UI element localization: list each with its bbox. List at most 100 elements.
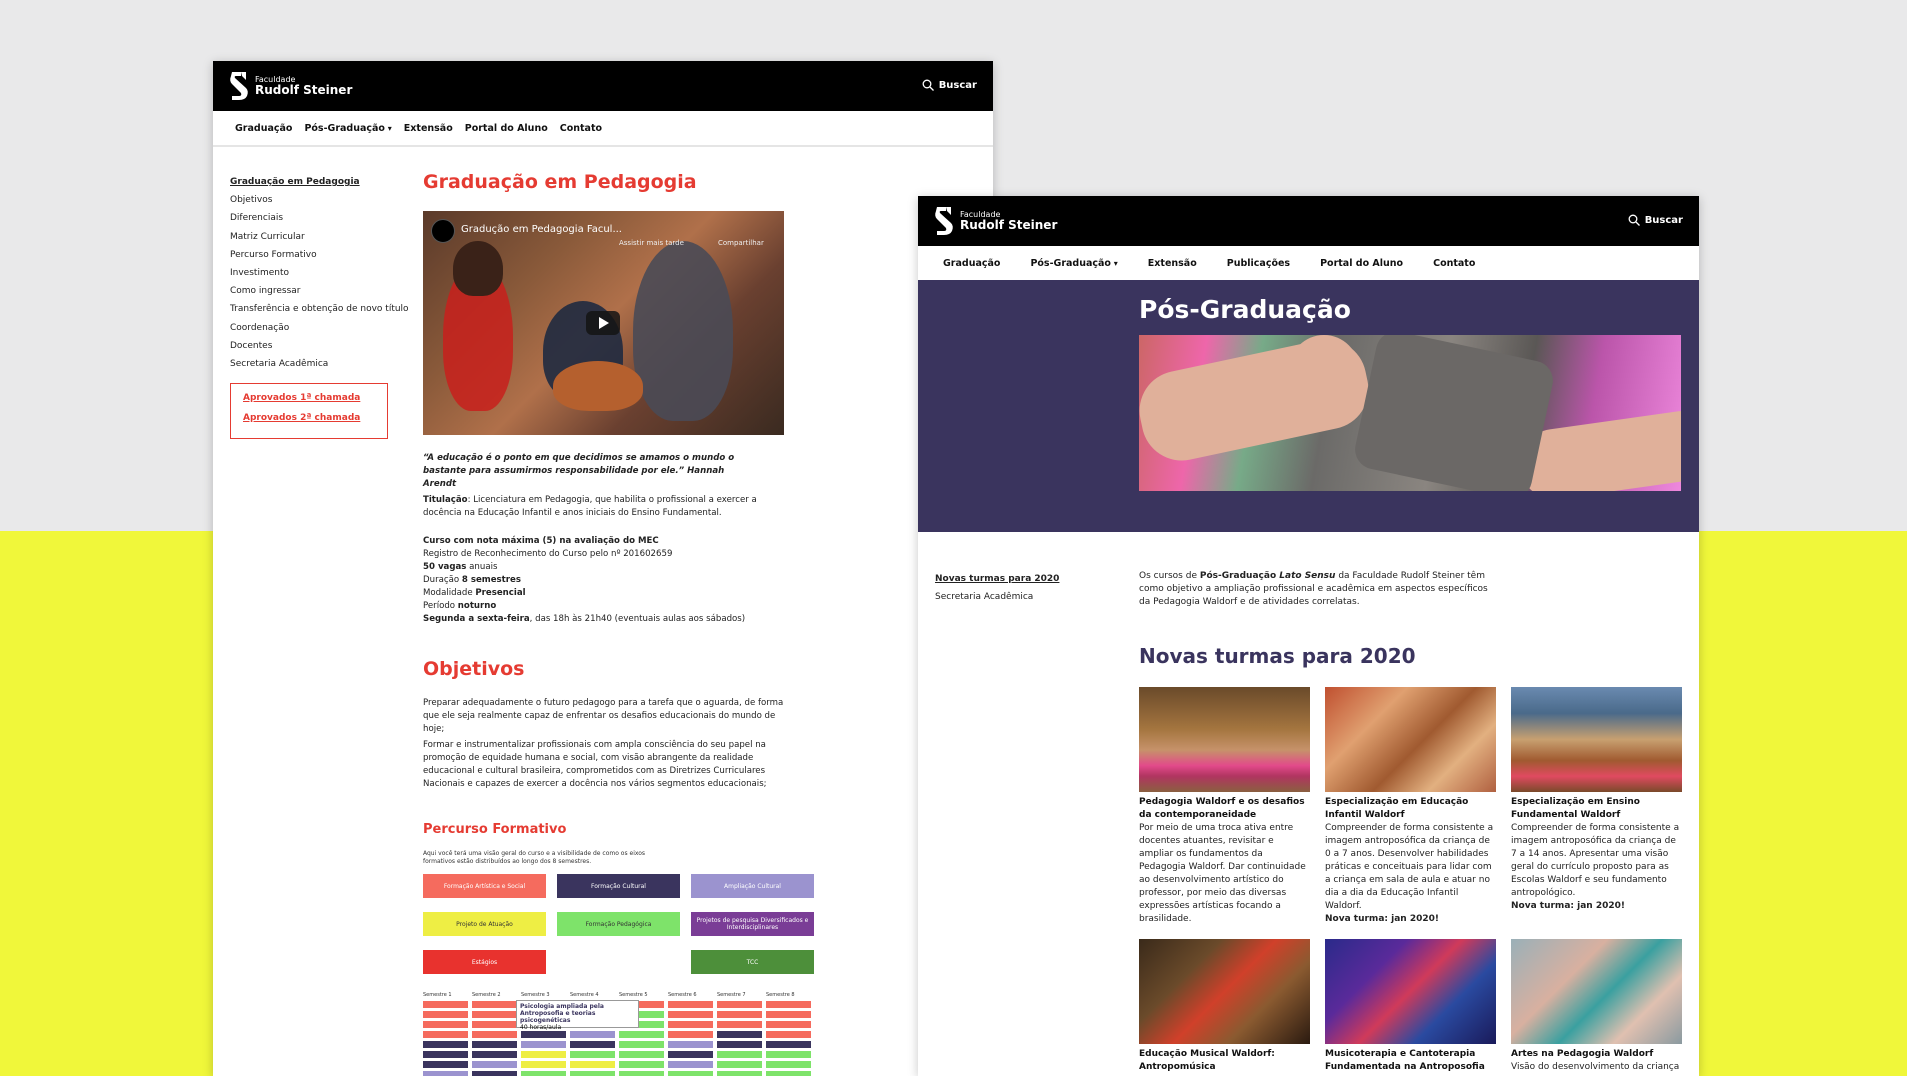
video-player[interactable]: Gradução em Pedagogia Facul... Assistir … — [423, 211, 784, 435]
grid-cell[interactable] — [570, 1051, 615, 1058]
grid-cell[interactable] — [717, 1001, 762, 1008]
grid-cell[interactable] — [570, 1071, 615, 1076]
grid-cell[interactable] — [717, 1061, 762, 1068]
legend-pedagogica[interactable]: Formação Pedagógica — [557, 912, 680, 936]
side-item-investimento[interactable]: Investimento — [230, 264, 409, 282]
grid-cell[interactable] — [717, 1031, 762, 1038]
play-button[interactable] — [586, 311, 620, 335]
grid-cell[interactable] — [668, 1031, 713, 1038]
grid-cell[interactable] — [472, 1041, 517, 1048]
course-card[interactable]: Especialização em Ensino Fundamental Wal… — [1511, 687, 1682, 913]
grid-cell[interactable] — [668, 1061, 713, 1068]
legend-pesquisa[interactable]: Projetos de pesquisa Diversificados e In… — [691, 912, 814, 936]
course-card[interactable]: Musicoterapia e Cantoterapia Fundamentad… — [1325, 939, 1496, 1074]
course-card[interactable]: Especialização em Educação Infantil Wald… — [1325, 687, 1496, 926]
share-label[interactable]: Compartilhar — [718, 239, 764, 247]
grid-cell[interactable] — [423, 1041, 468, 1048]
grid-cell[interactable] — [521, 1031, 566, 1038]
grid-cell[interactable] — [619, 1041, 664, 1048]
side-item-docentes[interactable]: Docentes — [230, 337, 409, 355]
grid-cell[interactable] — [521, 1071, 566, 1076]
site-logo[interactable]: Faculdade Rudolf Steiner — [934, 205, 1057, 237]
course-card[interactable]: Educação Musical Waldorf: Antropomúsica — [1139, 939, 1310, 1074]
grid-cell[interactable] — [521, 1041, 566, 1048]
nav-extensao[interactable]: Extensão — [404, 123, 453, 134]
grid-cell[interactable] — [423, 1011, 468, 1018]
channel-avatar[interactable] — [431, 219, 455, 243]
grid-cell[interactable] — [472, 1031, 517, 1038]
approved-first-link[interactable]: Aprovados 1ª chamada — [231, 393, 387, 403]
search-button[interactable]: Buscar — [922, 79, 977, 91]
grid-cell[interactable] — [619, 1031, 664, 1038]
grid-cell[interactable] — [619, 1051, 664, 1058]
grid-cell[interactable] — [668, 1041, 713, 1048]
grid-cell[interactable] — [668, 1011, 713, 1018]
watch-later-label[interactable]: Assistir mais tarde — [619, 239, 684, 247]
side-item-novas-turmas[interactable]: Novas turmas para 2020 — [935, 570, 1059, 588]
grid-cell[interactable] — [717, 1011, 762, 1018]
grid-cell[interactable] — [472, 1011, 517, 1018]
side-item-matriz[interactable]: Matriz Curricular — [230, 228, 409, 246]
nav-contato[interactable]: Contato — [560, 123, 602, 134]
grid-cell[interactable] — [423, 1021, 468, 1028]
side-item-percurso[interactable]: Percurso Formativo — [230, 246, 409, 264]
grid-cell[interactable] — [423, 1061, 468, 1068]
grid-cell[interactable] — [717, 1021, 762, 1028]
grid-cell[interactable] — [668, 1071, 713, 1076]
grid-cell[interactable] — [766, 1011, 811, 1018]
legend-estagios[interactable]: Estágios — [423, 950, 546, 974]
legend-ampliacao[interactable]: Ampliação Cultural — [691, 874, 814, 898]
grid-cell[interactable] — [521, 1051, 566, 1058]
nav-graduacao[interactable]: Graduação — [943, 258, 1000, 269]
nav-portal-aluno[interactable]: Portal do Aluno — [1320, 258, 1403, 269]
nav-portal-aluno[interactable]: Portal do Aluno — [465, 123, 548, 134]
side-item-secretaria[interactable]: Secretaria Acadêmica — [230, 355, 409, 373]
nav-contato[interactable]: Contato — [1433, 258, 1475, 269]
grid-cell[interactable] — [472, 1061, 517, 1068]
grid-cell[interactable] — [472, 1021, 517, 1028]
side-item-objetivos[interactable]: Objetivos — [230, 191, 409, 209]
side-item-secretaria[interactable]: Secretaria Acadêmica — [935, 588, 1059, 606]
grid-cell[interactable] — [668, 1001, 713, 1008]
grid-cell[interactable] — [472, 1051, 517, 1058]
grid-cell[interactable] — [766, 1031, 811, 1038]
legend-cultural[interactable]: Formação Cultural — [557, 874, 680, 898]
side-item-graduacao[interactable]: Graduação em Pedagogia — [230, 173, 409, 191]
nav-pos-graduacao[interactable]: Pós-Graduação — [1030, 258, 1117, 269]
nav-publicacoes[interactable]: Publicações — [1227, 258, 1290, 269]
nav-pos-graduacao[interactable]: Pós-Graduação — [304, 123, 391, 134]
nav-graduacao[interactable]: Graduação — [235, 123, 292, 134]
course-card[interactable]: Pedagogia Waldorf e os desafios da conte… — [1139, 687, 1310, 926]
grid-cell[interactable] — [570, 1061, 615, 1068]
grid-cell[interactable] — [423, 1031, 468, 1038]
grid-cell[interactable] — [619, 1071, 664, 1076]
grid-cell[interactable] — [766, 1051, 811, 1058]
grid-cell[interactable] — [668, 1051, 713, 1058]
grid-cell[interactable] — [521, 1061, 566, 1068]
grid-cell[interactable] — [423, 1051, 468, 1058]
grid-cell[interactable] — [423, 1071, 468, 1076]
grid-cell[interactable] — [668, 1021, 713, 1028]
grid-cell[interactable] — [766, 1071, 811, 1076]
grid-cell[interactable] — [717, 1051, 762, 1058]
grid-cell[interactable] — [766, 1061, 811, 1068]
grid-cell[interactable] — [717, 1071, 762, 1076]
side-item-coordenacao[interactable]: Coordenação — [230, 319, 409, 337]
grid-cell[interactable] — [570, 1041, 615, 1048]
nav-extensao[interactable]: Extensão — [1148, 258, 1197, 269]
grid-cell[interactable] — [717, 1041, 762, 1048]
course-card[interactable]: Artes na Pedagogia Waldorf Visão do dese… — [1511, 939, 1682, 1076]
grid-cell[interactable] — [619, 1061, 664, 1068]
grid-cell[interactable] — [766, 1041, 811, 1048]
side-item-ingressar[interactable]: Como ingressar — [230, 282, 409, 300]
legend-tcc[interactable]: TCC — [691, 950, 814, 974]
search-button[interactable]: Buscar — [1628, 214, 1683, 226]
grid-cell[interactable] — [472, 1001, 517, 1008]
side-item-diferenciais[interactable]: Diferenciais — [230, 209, 409, 227]
grid-cell[interactable] — [570, 1031, 615, 1038]
site-logo[interactable]: Faculdade Rudolf Steiner — [229, 70, 352, 102]
side-item-transferencia[interactable]: Transferência e obtenção de novo título — [230, 300, 409, 318]
approved-second-link[interactable]: Aprovados 2ª chamada — [231, 413, 387, 423]
grid-cell[interactable] — [472, 1071, 517, 1076]
grid-cell[interactable] — [423, 1001, 468, 1008]
